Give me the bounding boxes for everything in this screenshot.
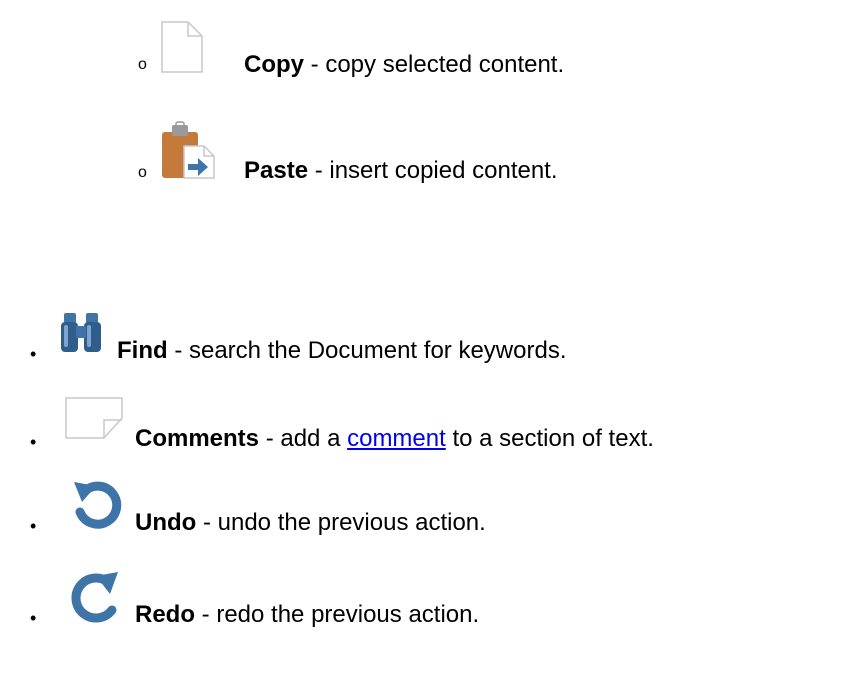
copy-description: Copy - copy selected content. [244, 51, 565, 78]
list-item-redo: • Redo - redo the previous action. [0, 566, 842, 656]
list-item-paste: o Paste - insert copied content. [0, 118, 842, 208]
undo-icon[interactable] [70, 478, 124, 537]
comments-label: Comments [135, 425, 260, 452]
bullet: • [30, 516, 37, 536]
paste-label: Paste [244, 157, 309, 184]
bullet: • [30, 344, 37, 364]
find-label: Find [117, 337, 168, 364]
undo-description: Undo - undo the previous action. [135, 509, 486, 536]
redo-description: Redo - redo the previous action. [135, 601, 480, 628]
paste-icon[interactable] [160, 118, 218, 187]
sub-bullet: o [138, 56, 147, 73]
comments-description: Comments - add a comment to a section of… [135, 425, 654, 452]
paste-description: Paste - insert copied content. [244, 157, 558, 184]
redo-icon[interactable] [70, 568, 124, 631]
find-binoculars-icon[interactable] [60, 310, 102, 359]
redo-label: Redo [135, 601, 195, 628]
bullet: • [30, 432, 37, 452]
comment-icon[interactable] [64, 396, 124, 445]
copy-icon[interactable] [160, 20, 204, 79]
comment-link[interactable]: comment [347, 425, 446, 452]
undo-label: Undo [135, 509, 197, 536]
list-item-comments: • Comments - add a comment to a section … [0, 394, 842, 484]
copy-label: Copy [244, 51, 304, 78]
list-item-find: • Find - search the Document for keyword… [0, 310, 842, 400]
list-item-copy: o Copy - copy selected content. [0, 20, 842, 110]
list-item-undo: • Undo - undo the previous action. [0, 476, 842, 566]
find-description: Find - search the Document for keywords. [117, 337, 567, 364]
sub-bullet: o [138, 164, 147, 181]
bullet: • [30, 608, 37, 628]
